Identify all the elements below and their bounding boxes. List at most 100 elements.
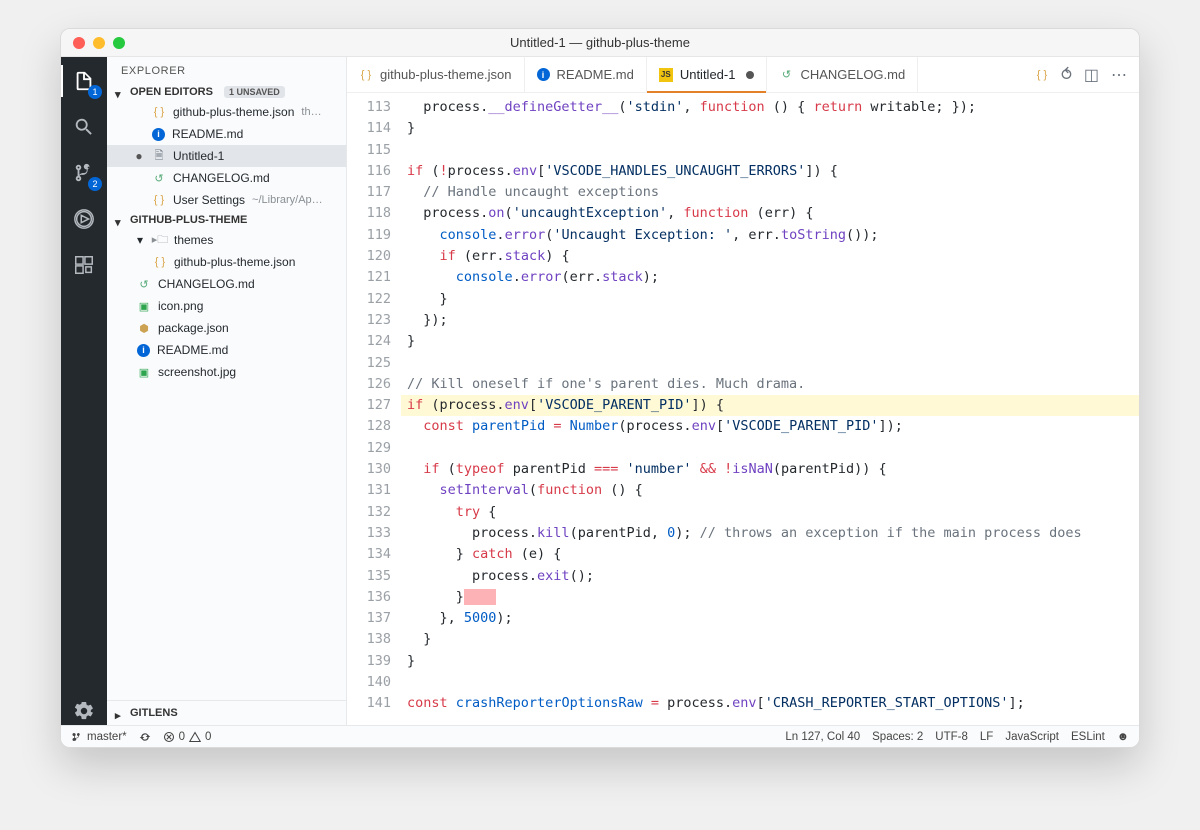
changelog-file-icon: ↺ xyxy=(779,68,793,82)
search-icon[interactable] xyxy=(70,113,98,141)
file-icon: 🗎 xyxy=(152,149,166,163)
feedback-smiley-icon[interactable]: ☻ xyxy=(1117,731,1129,743)
language-mode-status[interactable]: JavaScript xyxy=(1005,731,1059,743)
split-editor-icon[interactable]: ◫ xyxy=(1084,65,1099,85)
info-file-icon: i xyxy=(152,128,165,141)
chevron-down-icon: ▾ xyxy=(137,233,146,247)
window-title: Untitled-1 — github-plus-theme xyxy=(61,35,1139,50)
settings-gear-icon[interactable] xyxy=(70,697,98,725)
open-editors-header[interactable]: ▾ OPEN EDITORS 1 UNSAVED xyxy=(107,83,346,101)
indentation-status[interactable]: Spaces: 2 xyxy=(872,731,923,743)
sync-status[interactable] xyxy=(139,731,151,743)
problems-status[interactable]: 0 0 xyxy=(163,731,212,743)
open-editor-label: Untitled-1 xyxy=(173,149,224,163)
unsaved-pill: 1 UNSAVED xyxy=(224,86,285,98)
gitlens-header[interactable]: ▸ GITLENS xyxy=(107,700,346,725)
tab-label: README.md xyxy=(557,67,634,82)
changelog-file-icon: ↺ xyxy=(137,277,151,291)
tree-item[interactable]: ▾ ▸🗀 themes xyxy=(107,229,346,251)
tree-item-label: CHANGELOG.md xyxy=(158,277,255,291)
scm-badge: 2 xyxy=(88,177,102,191)
chevron-down-icon: ▾ xyxy=(115,88,124,97)
tab-bar: { } github-plus-theme.json i README.md JS Unt… xyxy=(347,57,1139,93)
tree-item[interactable]: ↺ CHANGELOG.md xyxy=(107,273,346,295)
info-file-icon: i xyxy=(137,344,150,357)
compare-icon[interactable]: ⥀ xyxy=(1061,65,1072,85)
more-actions-icon[interactable]: ⋯ xyxy=(1111,65,1127,85)
json-file-icon: { } xyxy=(359,68,373,82)
tab-label: CHANGELOG.md xyxy=(800,67,905,82)
editor-tab[interactable]: i README.md xyxy=(525,57,647,92)
open-editor-label: README.md xyxy=(172,127,243,141)
titlebar: Untitled-1 — github-plus-theme xyxy=(61,29,1139,57)
project-header[interactable]: ▾ GITHUB-PLUS-THEME xyxy=(107,211,346,229)
open-editors-list: { } github-plus-theme.json th… i README.md ● 🗎… xyxy=(107,101,346,211)
explorer-sidebar: EXPLORER ▾ OPEN EDITORS 1 UNSAVED { } git… xyxy=(107,57,347,725)
tree-item-label: github-plus-theme.json xyxy=(174,255,295,269)
explorer-icon[interactable]: 1 xyxy=(70,67,98,95)
chevron-right-icon: ▸ xyxy=(115,709,124,718)
json-file-icon: { } xyxy=(152,193,166,207)
activity-bar: 1 2 xyxy=(61,57,107,725)
sidebar-title: EXPLORER xyxy=(107,57,346,83)
image-file-icon: ▣ xyxy=(137,365,151,379)
open-editor-label: User Settings xyxy=(173,193,245,207)
project-label: GITHUB-PLUS-THEME xyxy=(130,214,247,226)
tree-item[interactable]: { } github-plus-theme.json xyxy=(107,251,346,273)
extensions-icon[interactable] xyxy=(70,251,98,279)
cursor-position-status[interactable]: Ln 127, Col 40 xyxy=(785,731,860,743)
tree-item[interactable]: ▣ icon.png xyxy=(107,295,346,317)
tab-modified-dot xyxy=(746,71,754,79)
package-json-icon: ⬢ xyxy=(137,321,151,335)
editor-tab[interactable]: ↺ CHANGELOG.md xyxy=(767,57,918,92)
editor-tab[interactable]: { } github-plus-theme.json xyxy=(347,57,525,92)
tab-label: Untitled-1 xyxy=(680,67,736,82)
image-file-icon: ▣ xyxy=(137,299,151,313)
eol-status[interactable]: LF xyxy=(980,731,993,743)
json-file-icon: { } xyxy=(152,105,166,119)
git-branch-status[interactable]: master* xyxy=(71,731,127,743)
tree-item-label: themes xyxy=(174,233,213,247)
open-editor-item[interactable]: ↺ CHANGELOG.md xyxy=(107,167,346,189)
folder-icon: ▸🗀 xyxy=(153,233,167,247)
source-control-icon[interactable]: 2 xyxy=(70,159,98,187)
open-editor-item[interactable]: { } github-plus-theme.json th… xyxy=(107,101,346,123)
app-window: Untitled-1 — github-plus-theme 1 2 xyxy=(60,28,1140,748)
modified-indicator: ● xyxy=(133,149,145,163)
code-editor[interactable]: 1131141151161171181191201211221231241251… xyxy=(347,93,1139,725)
editor-toolbar: { } ⥀ ◫ ⋯ xyxy=(1035,57,1139,92)
open-editor-hint: ~/Library/Ap… xyxy=(252,194,323,206)
tree-item-label: README.md xyxy=(157,343,228,357)
project-tree: ▾ ▸🗀 themes { } github-plus-theme.json ↺ CHANG… xyxy=(107,229,346,383)
tree-item[interactable]: i README.md xyxy=(107,339,346,361)
editor-area: { } github-plus-theme.json i README.md JS Unt… xyxy=(347,57,1139,725)
code-content[interactable]: process.__defineGetter__('stdin', functi… xyxy=(401,93,1139,725)
encoding-status[interactable]: UTF-8 xyxy=(935,731,968,743)
editor-tab[interactable]: JS Untitled-1 xyxy=(647,57,768,92)
open-editor-item[interactable]: i README.md xyxy=(107,123,346,145)
changelog-file-icon: ↺ xyxy=(152,171,166,185)
open-editors-label: OPEN EDITORS xyxy=(130,86,213,98)
open-editor-label: CHANGELOG.md xyxy=(173,171,270,185)
open-editor-label: github-plus-theme.json xyxy=(173,105,294,119)
line-number-gutter: 1131141151161171181191201211221231241251… xyxy=(347,93,401,725)
tab-label: github-plus-theme.json xyxy=(380,67,512,82)
tree-item-label: screenshot.jpg xyxy=(158,365,236,379)
chevron-down-icon: ▾ xyxy=(115,216,124,225)
open-editor-hint: th… xyxy=(301,106,321,118)
explorer-badge: 1 xyxy=(88,85,102,99)
js-file-icon: JS xyxy=(659,68,673,82)
info-file-icon: i xyxy=(537,68,550,81)
language-indicator-icon[interactable]: { } xyxy=(1035,68,1049,82)
tree-item-label: icon.png xyxy=(158,299,203,313)
open-editor-item[interactable]: { } User Settings ~/Library/Ap… xyxy=(107,189,346,211)
tree-item[interactable]: ⬢ package.json xyxy=(107,317,346,339)
eslint-status[interactable]: ESLint xyxy=(1071,731,1105,743)
debug-icon[interactable] xyxy=(70,205,98,233)
json-file-icon: { } xyxy=(153,255,167,269)
open-editor-item[interactable]: ● 🗎 Untitled-1 xyxy=(107,145,346,167)
gitlens-label: GITLENS xyxy=(130,707,178,719)
tree-item-label: package.json xyxy=(158,321,229,335)
tree-item[interactable]: ▣ screenshot.jpg xyxy=(107,361,346,383)
status-bar: master* 0 0 Ln 127, Col 40 Spaces: 2 UTF… xyxy=(61,725,1139,747)
